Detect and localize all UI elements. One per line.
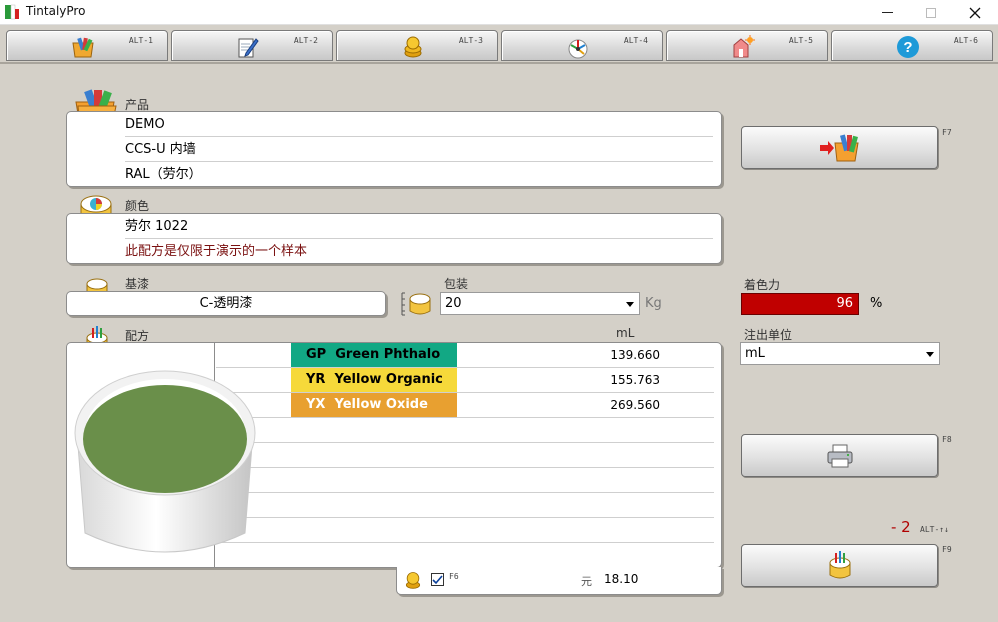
price-shortcut: F6 [449, 572, 459, 581]
title-bar: TintalyPro [0, 0, 998, 25]
print-button[interactable] [741, 434, 938, 477]
package-select[interactable]: 20 [440, 292, 640, 315]
dispense-button[interactable] [741, 544, 938, 587]
colorant-name: Yellow Oxide [334, 397, 428, 412]
price-value: 18.10 [604, 572, 639, 586]
product-line[interactable]: CCS-U 内墙 [125, 137, 713, 162]
open-folder-arrow-icon [819, 133, 859, 161]
content-divider [0, 62, 998, 64]
package-unit: Kg [645, 296, 662, 311]
tab-shortcut: ALT-2 [293, 36, 318, 45]
strength-label: 着色力 [744, 278, 781, 292]
quantity-counter[interactable]: - 2 [891, 518, 911, 536]
base-label: 基漆 [125, 277, 150, 291]
formula-row[interactable]: YR Yellow Organic 155.763 [216, 368, 714, 393]
colorant-chip: YR Yellow Organic [291, 368, 457, 392]
tab-alt-3[interactable]: ALT-3 [336, 30, 498, 61]
colorant-amount: 269.560 [610, 398, 660, 412]
colorant-amount: 155.763 [610, 373, 660, 387]
maximize-button[interactable] [908, 0, 954, 25]
colorant-name: Yellow Organic [334, 372, 443, 387]
color-wheel-dial-icon [568, 39, 588, 59]
color-fan-folder-icon [72, 37, 94, 58]
svg-text:?: ? [903, 39, 912, 56]
colorant-code: GP [306, 347, 327, 362]
empty-row [216, 418, 714, 443]
close-icon [969, 7, 981, 18]
color-note: 此配方是仅限于演示的一个样本 [125, 244, 308, 259]
tab-alt-4[interactable]: ALT-4 [501, 30, 663, 61]
pen-document-icon [238, 38, 259, 58]
tab-shortcut: ALT-3 [458, 36, 483, 45]
app-logo-icon [5, 4, 19, 20]
tab-alt-1[interactable]: ALT-1 [6, 30, 168, 61]
tab-shortcut: ALT-5 [788, 36, 813, 45]
colorant-chip: YX Yellow Oxide [291, 393, 457, 417]
minimize-button[interactable] [864, 0, 910, 25]
window-title: TintalyPro [26, 4, 86, 18]
colorant-code: YR [306, 372, 326, 387]
product-collection[interactable]: RAL（劳尔） [125, 162, 713, 187]
color-panel: 劳尔 1022 此配方是仅限于演示的一个样本 [66, 213, 722, 264]
package-value: 20 [445, 296, 462, 311]
tab-alt-5[interactable]: ALT-5 [666, 30, 828, 61]
house-sun-icon [733, 35, 755, 58]
tab-shortcut: ALT-6 [953, 36, 978, 45]
color-name[interactable]: 劳尔 1022 [125, 214, 713, 239]
formula-row[interactable]: GP Green Phthalo 139.660 [216, 343, 714, 368]
close-button[interactable] [952, 0, 998, 25]
strength-value[interactable]: 96 [741, 293, 859, 315]
empty-row [216, 518, 714, 543]
empty-row [216, 468, 714, 493]
tab-alt-6[interactable]: ? ALT-6 [831, 30, 993, 61]
package-label: 包装 [444, 277, 469, 291]
counter-shortcut: ALT-↑↓ [920, 525, 949, 534]
color-label: 颜色 [125, 199, 150, 213]
checkmark-icon [432, 575, 443, 585]
package-size-icon [401, 292, 431, 316]
dispense-can-icon [829, 550, 850, 578]
dispense-unit-value: mL [745, 346, 765, 361]
price-bar: F6 元 18.10 [396, 567, 722, 595]
chevron-down-icon [626, 302, 634, 307]
base-field[interactable]: C-透明漆 [66, 291, 386, 316]
open-formula-button[interactable] [741, 126, 938, 169]
product-brand[interactable]: DEMO [125, 112, 713, 137]
coins-icon [405, 572, 421, 589]
dispense-unit-select[interactable]: mL [740, 342, 940, 365]
color-swatch [83, 385, 247, 493]
dispense-unit-label: 注出单位 [744, 328, 793, 342]
colorant-name: Green Phthalo [335, 347, 441, 362]
dispense-shortcut: F9 [942, 545, 952, 554]
product-panel: DEMO CCS-U 内墙 RAL（劳尔） [66, 111, 722, 187]
paint-can-illustration [74, 370, 256, 553]
price-currency: 元 [581, 575, 592, 588]
minimize-icon [881, 12, 893, 13]
chevron-down-icon [926, 352, 934, 357]
coins-icon [404, 36, 422, 58]
formula-panel: GP Green Phthalo 139.660 YR Yellow Organ… [66, 342, 722, 568]
price-checkbox[interactable] [431, 573, 444, 586]
tab-shortcut: ALT-4 [623, 36, 648, 45]
colorant-code: YX [306, 397, 326, 412]
maximize-icon [926, 7, 936, 18]
empty-row [216, 493, 714, 518]
formula-unit-header: mL [616, 326, 635, 340]
tab-alt-2[interactable]: ALT-2 [171, 30, 333, 61]
help-icon: ? [897, 36, 919, 58]
colorant-chip: GP Green Phthalo [291, 343, 457, 367]
tab-shortcut: ALT-1 [128, 36, 153, 45]
strength-unit: % [870, 296, 883, 311]
tab-strip: ALT-1 ALT-2 ALT-3 ALT-4 ALT-5 ? ALT-6 [0, 27, 998, 63]
open-shortcut: F7 [942, 128, 952, 137]
printer-icon [827, 444, 852, 467]
formula-row[interactable]: YX Yellow Oxide 269.560 [216, 393, 714, 418]
empty-row [216, 443, 714, 468]
print-shortcut: F8 [942, 435, 952, 444]
colorant-amount: 139.660 [610, 348, 660, 362]
